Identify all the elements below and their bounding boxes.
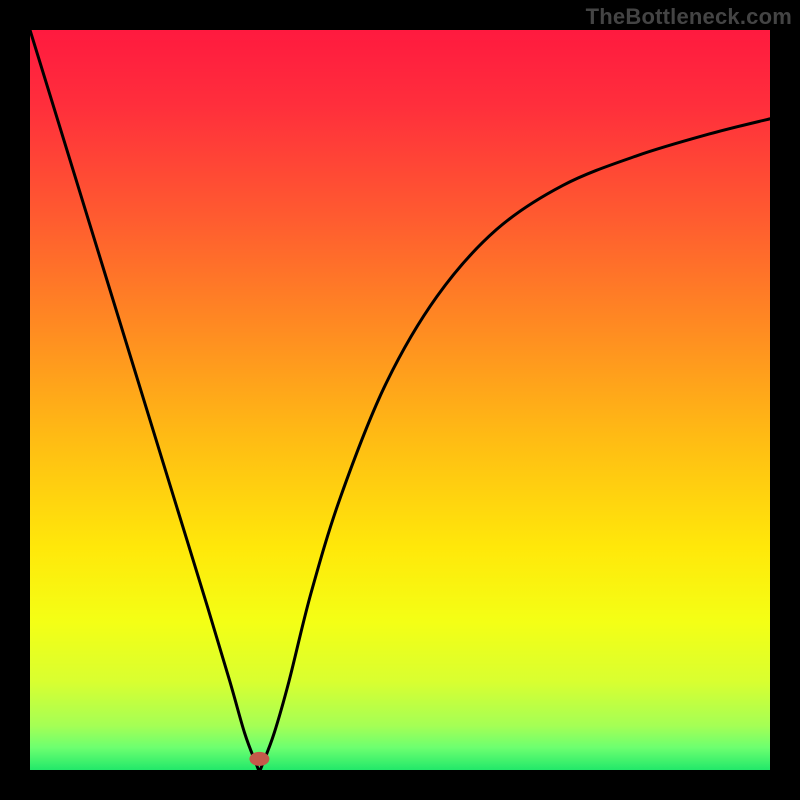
optimum-marker — [249, 752, 269, 766]
plot-area — [30, 30, 770, 770]
attribution-label: TheBottleneck.com — [586, 4, 792, 30]
chart-frame: TheBottleneck.com — [0, 0, 800, 800]
bottleneck-curve — [30, 30, 770, 770]
curve-layer — [30, 30, 770, 770]
